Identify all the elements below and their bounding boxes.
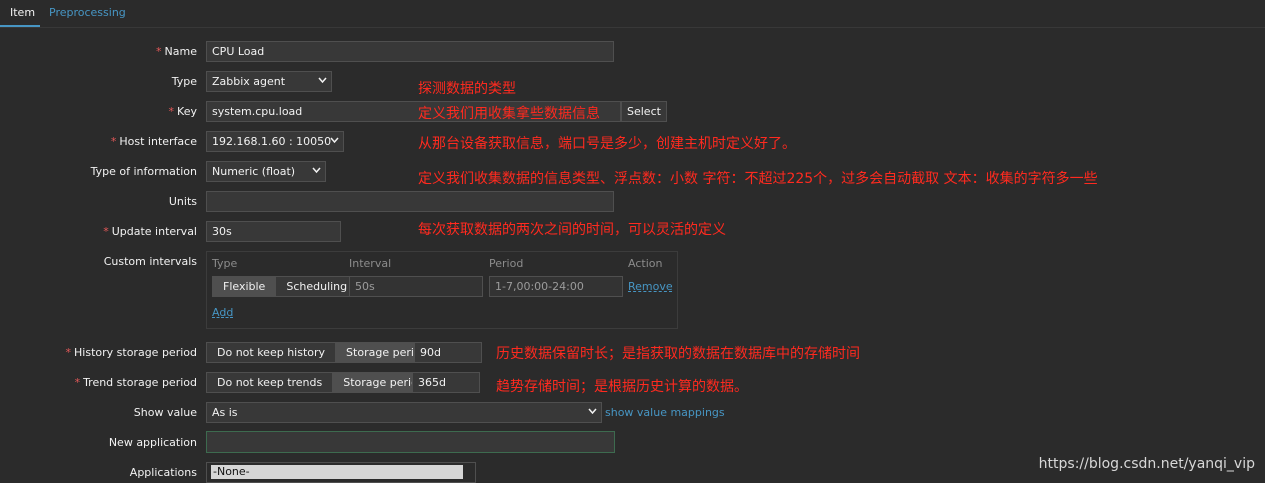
history-value-input[interactable]: 90d [414,342,482,363]
new-application-label: New application [108,436,197,449]
show-value-label: Show value [133,406,197,419]
ci-interval-input[interactable]: 50s [349,276,483,297]
update-interval-label: * Update interval [103,225,197,238]
ci-header-type: Type [212,257,238,270]
type-of-information-label: Type of information [90,165,197,178]
ci-type-flexible[interactable]: Flexible [213,277,276,296]
chevron-down-icon [588,407,597,415]
chevron-down-icon [312,166,321,174]
trend-storage-toggle: Do not keep trends Storage period [206,372,436,393]
tab-preprocessing[interactable]: Preprocessing [49,6,126,19]
tab-bar: Item Preprocessing [0,0,1265,28]
ci-type-scheduling[interactable]: Scheduling [275,277,357,296]
annotation-type-of-information: 定义我们收集数据的信息类型、浮点数：小数 字符：不超过225个，过多会自动截取 … [418,171,1098,187]
watermark: https://blog.csdn.net/yanqi_vip [1038,456,1255,472]
chevron-down-icon [330,136,339,144]
host-interface-select[interactable]: 192.168.1.60 : 10050 [206,131,344,152]
history-storage-label: * History storage period [65,346,197,359]
trend-do-not-keep[interactable]: Do not keep trends [207,373,332,392]
units-input[interactable] [206,191,614,212]
units-label: Units [168,195,197,208]
annotation-history: 历史数据保留时长；是指获取的数据在数据库中的存储时间 [496,346,860,362]
key-label: * Key [168,105,197,118]
host-interface-label: * Host interface [110,135,197,148]
name-label: * Name [156,45,197,58]
chevron-down-icon [318,76,327,84]
ci-add-link[interactable]: Add [212,306,233,319]
annotation-key: 定义我们用收集拿些数据信息 [418,106,600,122]
annotation-host-interface: 从那台设备获取信息，端口号是多少，创建主机时定义好了。 [418,136,796,152]
applications-label: Applications [129,466,197,479]
tab-item[interactable]: Item [10,6,35,19]
show-value-select[interactable]: As is [206,402,602,423]
update-interval-input[interactable]: 30s [206,221,341,242]
type-label: Type [171,75,197,88]
ci-type-toggle: Flexible Scheduling [212,276,359,297]
custom-intervals-label: Custom intervals [103,255,197,268]
ci-header-interval: Interval [349,257,392,270]
ci-header-period: Period [489,257,524,270]
type-of-information-select[interactable]: Numeric (float) [206,161,326,182]
history-do-not-keep[interactable]: Do not keep history [207,343,335,362]
ci-remove-link[interactable]: Remove [628,280,673,293]
key-select-button[interactable]: Select [621,101,667,122]
new-application-input[interactable] [206,431,615,453]
ci-header-action: Action [628,257,663,270]
trend-value-input[interactable]: 365d [412,372,480,393]
annotation-type: 探测数据的类型 [418,81,516,97]
active-tab-indicator [0,25,40,27]
show-value-mappings-link[interactable]: show value mappings [605,406,725,419]
annotation-update-interval: 每次获取数据的两次之间的时间，可以灵活的定义 [418,222,726,238]
annotation-trend: 趋势存储时间；是根据历史计算的数据。 [496,379,748,395]
trend-storage-label: * Trend storage period [74,376,197,389]
type-select[interactable]: Zabbix agent [206,71,332,92]
ci-period-input[interactable]: 1-7,00:00-24:00 [489,276,623,297]
history-storage-toggle: Do not keep history Storage period [206,342,439,363]
name-input[interactable]: CPU Load [206,41,614,62]
applications-option-none[interactable]: -None- [211,465,463,479]
